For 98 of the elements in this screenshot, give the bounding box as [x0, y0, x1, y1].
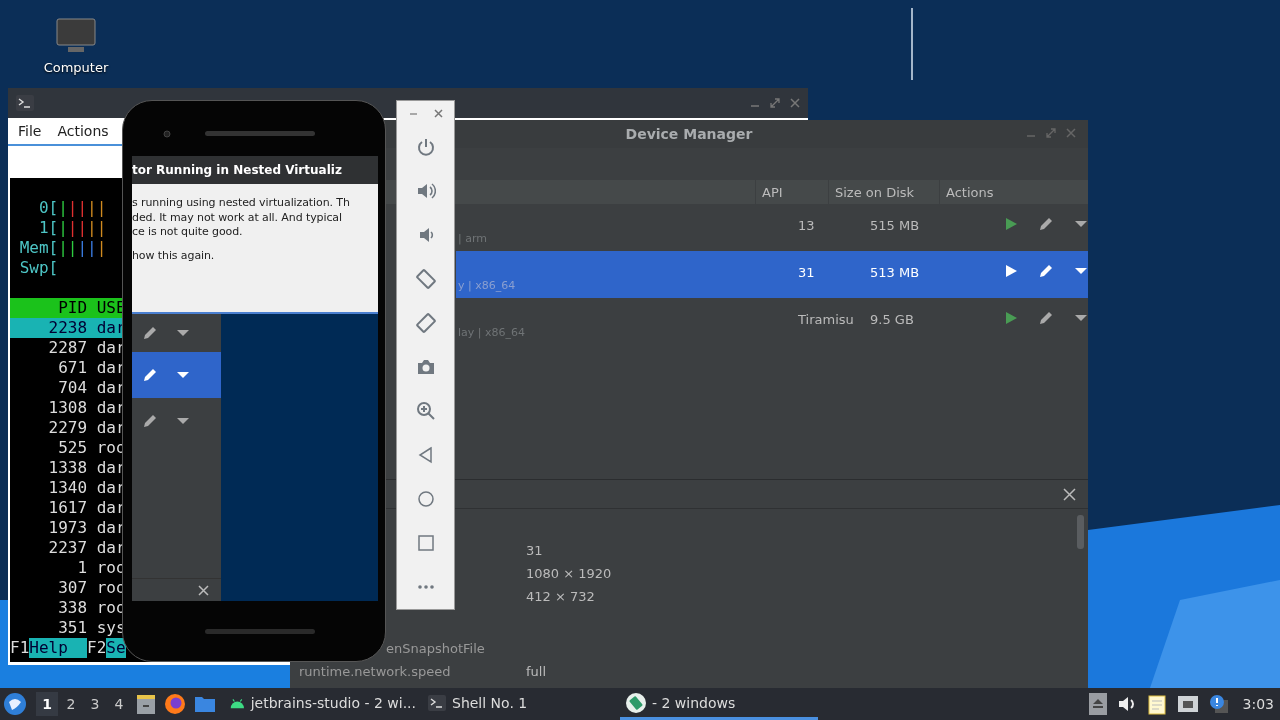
workspace-button[interactable]: 3 — [84, 692, 106, 716]
firefox-icon[interactable] — [164, 693, 186, 715]
process-row[interactable]: 1340 dar — [10, 478, 126, 498]
property-value: full — [526, 664, 547, 679]
function-key: F1 — [10, 638, 30, 658]
meter-label: Mem[ — [18, 238, 59, 258]
property-value: 412 × 732 — [526, 589, 595, 604]
function-key-label[interactable]: Help — [29, 638, 88, 658]
caret-icon[interactable] — [1074, 266, 1088, 275]
monitor-icon[interactable] — [56, 18, 96, 54]
rotate-right-icon[interactable] — [415, 313, 436, 333]
scrollbar[interactable] — [1077, 515, 1084, 549]
menu-item[interactable]: Actions — [51, 121, 115, 141]
eject-icon[interactable] — [1088, 693, 1107, 715]
volume-icon[interactable] — [1116, 694, 1137, 714]
property-name: runtime.network.speed — [299, 664, 451, 679]
meter-label: Swp[ — [18, 258, 59, 278]
caret-icon[interactable] — [1074, 313, 1088, 322]
camera-icon — [163, 130, 171, 138]
disk-size: 9.5 GB — [870, 312, 914, 327]
device-row[interactable]: y | x86_64 31 513 MB — [456, 251, 1088, 298]
network-icon[interactable] — [1176, 694, 1199, 714]
pencil-icon[interactable] — [142, 325, 158, 341]
dialog-text: s running using nested virtualization. Th — [132, 196, 350, 211]
close-icon[interactable] — [433, 108, 443, 118]
caret-icon[interactable] — [176, 329, 190, 337]
api-level: Tiramisu — [798, 312, 854, 327]
column-header[interactable]: Size on Disk — [828, 180, 939, 204]
rotate-left-icon[interactable] — [415, 269, 436, 289]
disk-size: 515 MB — [870, 218, 920, 233]
terminal-icon[interactable] — [16, 95, 34, 111]
close-icon[interactable] — [198, 584, 209, 596]
disk-size: 513 MB — [870, 265, 920, 280]
dialog-title: tor Running in Nested Virtualiz — [132, 163, 342, 177]
checkbox-label[interactable]: how this again. — [132, 248, 215, 263]
process-row[interactable]: 2237 dar — [10, 538, 126, 558]
column-header[interactable]: API — [755, 180, 828, 204]
device-details: y | x86_64 — [458, 279, 516, 292]
home-icon[interactable] — [415, 489, 436, 509]
close-icon[interactable] — [1063, 487, 1076, 501]
caret-icon[interactable] — [176, 417, 190, 425]
property-value: 31 — [526, 543, 543, 558]
meter-label: 0[ — [37, 198, 59, 218]
menu-item[interactable]: File — [12, 121, 48, 141]
api-level: 31 — [798, 265, 815, 280]
camera-icon[interactable] — [415, 357, 436, 377]
taskbar-window-button[interactable]: Shell No. 1 — [422, 688, 620, 720]
process-row[interactable]: 1338 dar — [10, 458, 126, 478]
meter-bars: ||||| — [58, 238, 107, 258]
process-row[interactable]: 1308 dar — [10, 398, 126, 418]
window-title: Device Manager — [625, 126, 753, 142]
file-cabinet-icon[interactable] — [136, 693, 156, 715]
close-icon[interactable] — [790, 98, 800, 108]
meter-bars: ||||| — [58, 198, 107, 218]
overview-icon[interactable] — [415, 533, 436, 553]
pencil-icon[interactable] — [1038, 262, 1054, 279]
meter-bars: ||||| — [58, 218, 107, 238]
desktop-icon-label[interactable]: Computer — [43, 60, 109, 75]
process-row[interactable]: 1973 dar — [10, 518, 126, 538]
process-row[interactable]: 2279 dar — [10, 418, 126, 438]
emulator-icon[interactable] — [626, 692, 646, 713]
pencil-icon[interactable] — [1038, 215, 1054, 232]
terminal-icon[interactable] — [428, 694, 446, 711]
dialog-text: ce is not quite good. — [132, 225, 243, 240]
dialog-text: ded. It may not work at all. And typical — [132, 210, 342, 225]
pencil-icon[interactable] — [142, 413, 158, 429]
clock[interactable]: 3:03 — [1242, 696, 1274, 712]
folder-icon[interactable] — [194, 694, 216, 714]
function-key: F2 — [87, 638, 107, 658]
maximize-icon[interactable] — [770, 98, 780, 108]
property-value: 1080 × 1920 — [526, 566, 612, 581]
workspace-button[interactable]: 4 — [108, 692, 130, 716]
process-row[interactable]: 704 dar — [10, 378, 126, 398]
api-level: 13 — [798, 218, 815, 233]
caret-icon[interactable] — [1074, 219, 1088, 228]
column-header[interactable]: Actions — [939, 180, 1088, 204]
power-icon[interactable] — [415, 137, 436, 157]
workspace-button[interactable]: 2 — [60, 692, 82, 716]
play-icon[interactable] — [1004, 216, 1018, 231]
taskbar-window-button[interactable]: jetbrains-studio - 2 wi... — [224, 688, 422, 720]
meter-label: 1[ — [37, 218, 59, 238]
device-row[interactable] — [132, 352, 221, 398]
workspace-button[interactable]: 1 — [36, 692, 58, 716]
pencil-icon[interactable] — [142, 367, 158, 383]
pencil-icon[interactable] — [1038, 309, 1054, 326]
process-row[interactable]: 1617 dar — [10, 498, 126, 518]
volume-up-icon[interactable] — [415, 181, 436, 201]
function-key-label[interactable]: Se — [106, 638, 126, 658]
play-icon[interactable] — [1004, 310, 1018, 325]
taskbar-window-button[interactable]: - 2 windows — [620, 688, 818, 720]
notes-icon[interactable] — [1146, 693, 1167, 715]
property-name: enSnapshotFile — [386, 641, 485, 656]
caret-icon[interactable] — [176, 371, 190, 379]
play-icon[interactable] — [1004, 263, 1018, 278]
notification-icon[interactable] — [1208, 694, 1229, 714]
zoom-icon[interactable] — [415, 401, 436, 421]
process-row[interactable]: 671 dar — [10, 358, 126, 378]
process-row[interactable]: 2287 dar — [10, 338, 126, 358]
